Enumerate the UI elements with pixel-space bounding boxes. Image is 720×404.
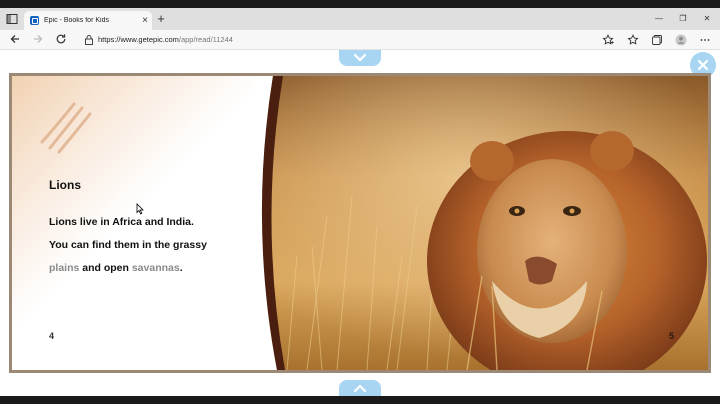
browser-tab[interactable]: Epic - Books for Kids × (24, 11, 152, 30)
refresh-button[interactable] (54, 33, 68, 47)
body-line-1: Lions live in Africa and India. (49, 216, 194, 228)
screen-bottom-bar (0, 396, 720, 404)
back-button[interactable] (8, 33, 22, 47)
favorites-icon[interactable] (627, 34, 639, 46)
mouse-cursor-icon (136, 203, 144, 215)
browser-tab-strip: Epic - Books for Kids × + — ❐ ✕ (0, 8, 720, 30)
close-tab-button[interactable]: × (138, 15, 152, 26)
lock-icon[interactable] (84, 34, 94, 46)
new-tab-button[interactable]: + (154, 12, 168, 26)
back-arrow-icon (10, 35, 19, 43)
close-window-button[interactable]: ✕ (698, 12, 716, 26)
left-page-number: 4 (49, 331, 55, 341)
claw-scratch-decoration (40, 102, 92, 154)
tab-title: Epic - Books for Kids (44, 17, 109, 24)
right-page-number: 5 (669, 331, 675, 341)
book-spread: Lions Lions live in Africa and India. Yo… (9, 73, 711, 373)
address-host: https://www.getepic.com (98, 35, 179, 44)
chevron-down-icon (353, 53, 367, 62)
next-page-button[interactable] (339, 380, 381, 396)
maximize-window-button[interactable]: ❐ (674, 12, 692, 26)
page-heading: Lions (49, 178, 81, 192)
forward-arrow-icon (34, 35, 43, 43)
forward-button[interactable] (31, 33, 45, 47)
lion-photo (267, 76, 708, 370)
vocab-word-plains[interactable]: plains (49, 262, 79, 274)
right-book-page (255, 76, 708, 370)
body-line-3-end: . (179, 262, 183, 274)
body-line-3-middle: and open (79, 262, 132, 274)
window-menu-icon[interactable] (6, 13, 18, 25)
screen-top-bar (0, 0, 720, 8)
address-path: /app/read/11244 (178, 35, 233, 44)
epic-favicon-icon (30, 16, 39, 25)
page-curve-edge (255, 76, 285, 370)
body-line-2: You can find them in the grassy (49, 239, 207, 251)
add-favorite-icon[interactable] (602, 34, 614, 46)
browser-toolbar: https://www.getepic.com/app/read/11244 (0, 30, 720, 50)
minimize-window-button[interactable]: — (650, 12, 668, 26)
address-bar[interactable]: https://www.getepic.com/app/read/11244 (98, 35, 233, 44)
profile-avatar-icon[interactable] (675, 34, 687, 46)
chevron-up-icon (353, 384, 367, 393)
vocab-word-savannas[interactable]: savannas (132, 262, 180, 274)
refresh-icon (56, 34, 66, 44)
previous-page-button[interactable] (339, 50, 381, 66)
collections-icon[interactable] (651, 34, 663, 46)
more-options-icon[interactable] (699, 34, 711, 46)
close-icon (697, 59, 709, 71)
body-line-3: plains and open savannas. (49, 262, 183, 274)
